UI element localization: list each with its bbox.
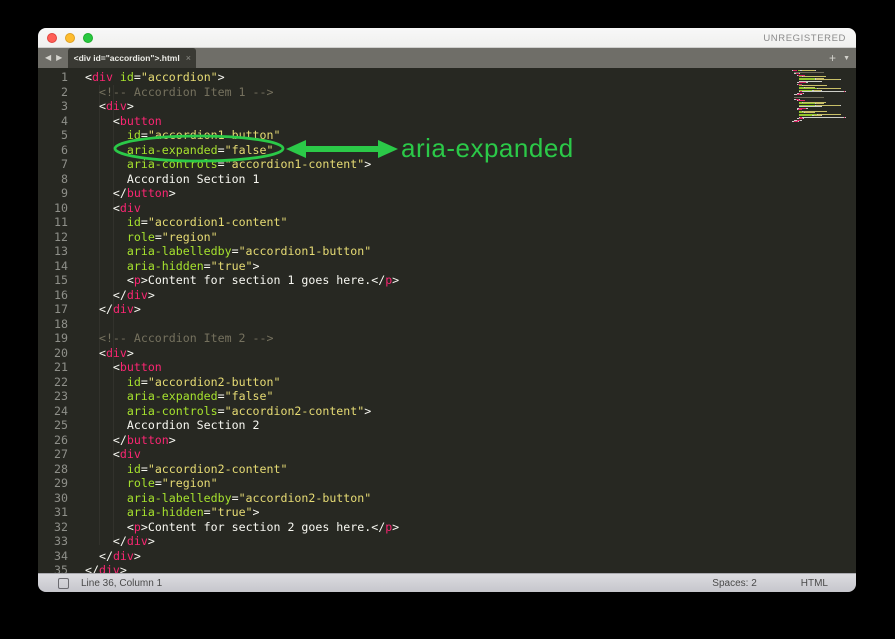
tab-title: <div id="accordion">.html [74, 53, 180, 63]
line-number: 15 [38, 273, 68, 288]
line-number: 35 [38, 563, 68, 573]
status-bar-right: Spaces: 2 HTML [712, 578, 828, 589]
line-number: 14 [38, 259, 68, 274]
code-line: 3 <div> [38, 99, 856, 114]
traffic-lights [47, 33, 93, 43]
annotation-label: aria-expanded [401, 133, 574, 164]
line-number: 24 [38, 404, 68, 419]
cursor-position-label: Line 36, Column 1 [81, 578, 162, 589]
code-line: 14 aria-hidden="true"> [38, 259, 856, 274]
nav-back-icon[interactable]: ◀ [45, 54, 51, 62]
code-line: 26 </button> [38, 433, 856, 448]
code-line: 12 role="region" [38, 230, 856, 245]
line-number: 32 [38, 520, 68, 535]
line-number: 10 [38, 201, 68, 216]
line-number: 7 [38, 157, 68, 172]
code-line: 31 aria-hidden="true"> [38, 505, 856, 520]
code-line: 4 <button [38, 114, 856, 129]
line-number: 30 [38, 491, 68, 506]
line-number: 21 [38, 360, 68, 375]
line-number: 17 [38, 302, 68, 317]
minimize-window-button[interactable] [65, 33, 75, 43]
code-line: 21 <button [38, 360, 856, 375]
code-line: 8 Accordion Section 1 [38, 172, 856, 187]
status-bar: Line 36, Column 1 Spaces: 2 HTML [38, 573, 856, 592]
tab-nav-arrows: ◀ ▶ [38, 48, 68, 68]
code-line: 27 <div [38, 447, 856, 462]
code-line: 25 Accordion Section 2 [38, 418, 856, 433]
indentation-setting[interactable]: Spaces: 2 [712, 578, 756, 589]
minimap[interactable] [792, 70, 852, 123]
code-line: 2 <!-- Accordion Item 1 --> [38, 85, 856, 100]
line-number: 11 [38, 215, 68, 230]
code-line: 29 role="region" [38, 476, 856, 491]
code-line: 34 </div> [38, 549, 856, 564]
code-line: 16 </div> [38, 288, 856, 303]
tab-bar: ◀ ▶ <div id="accordion">.html × + ▼ [38, 48, 856, 68]
indent-guide [113, 85, 114, 545]
code-line: 18 [38, 317, 856, 332]
line-number: 8 [38, 172, 68, 187]
indent-guide [99, 85, 100, 545]
line-number: 9 [38, 186, 68, 201]
line-number: 19 [38, 331, 68, 346]
tab-bar-controls: + ▼ [829, 48, 850, 68]
code-line: 35</div> [38, 563, 856, 573]
line-number: 23 [38, 389, 68, 404]
line-number: 25 [38, 418, 68, 433]
code-line: 28 id="accordion2-content" [38, 462, 856, 477]
code-line: 13 aria-labelledby="accordion1-button" [38, 244, 856, 259]
code-line: 22 id="accordion2-button" [38, 375, 856, 390]
line-number: 28 [38, 462, 68, 477]
line-number: 16 [38, 288, 68, 303]
line-number: 20 [38, 346, 68, 361]
title-bar[interactable]: UNREGISTERED [38, 28, 856, 48]
editor-window: UNREGISTERED ◀ ▶ <div id="accordion">.ht… [38, 28, 856, 592]
code-line: 1<div id="accordion"> [38, 70, 856, 85]
line-number: 34 [38, 549, 68, 564]
code-line: 10 <div [38, 201, 856, 216]
tab-overflow-icon[interactable]: ▼ [843, 55, 850, 62]
code-line: 19 <!-- Accordion Item 2 --> [38, 331, 856, 346]
code-line: 24 aria-controls="accordion2-content"> [38, 404, 856, 419]
nav-forward-icon[interactable]: ▶ [56, 54, 62, 62]
code-line: 11 id="accordion1-content" [38, 215, 856, 230]
tab-accordion-html[interactable]: <div id="accordion">.html × [68, 48, 196, 68]
line-number: 22 [38, 375, 68, 390]
line-number: 18 [38, 317, 68, 332]
panel-toggle-icon[interactable] [58, 578, 69, 589]
new-tab-icon[interactable]: + [829, 52, 836, 64]
close-window-button[interactable] [47, 33, 57, 43]
code-line: 30 aria-labelledby="accordion2-button" [38, 491, 856, 506]
line-number: 5 [38, 128, 68, 143]
line-number: 3 [38, 99, 68, 114]
code-line: 33 </div> [38, 534, 856, 549]
code-line: 9 </button> [38, 186, 856, 201]
zoom-window-button[interactable] [83, 33, 93, 43]
line-number: 29 [38, 476, 68, 491]
code-line: 32 <p>Content for section 2 goes here.</… [38, 520, 856, 535]
line-number: 26 [38, 433, 68, 448]
code-line: 15 <p>Content for section 1 goes here.</… [38, 273, 856, 288]
line-number: 12 [38, 230, 68, 245]
unregistered-label: UNREGISTERED [763, 28, 846, 48]
line-number: 6 [38, 143, 68, 158]
line-number: 4 [38, 114, 68, 129]
line-number: 1 [38, 70, 68, 85]
syntax-setting[interactable]: HTML [801, 578, 828, 589]
code-line: 17 </div> [38, 302, 856, 317]
tab-close-icon[interactable]: × [186, 54, 191, 63]
line-number: 27 [38, 447, 68, 462]
line-number: 31 [38, 505, 68, 520]
line-number: 13 [38, 244, 68, 259]
line-number: 33 [38, 534, 68, 549]
code-line: 23 aria-expanded="false" [38, 389, 856, 404]
line-number: 2 [38, 85, 68, 100]
code-line: 20 <div> [38, 346, 856, 361]
